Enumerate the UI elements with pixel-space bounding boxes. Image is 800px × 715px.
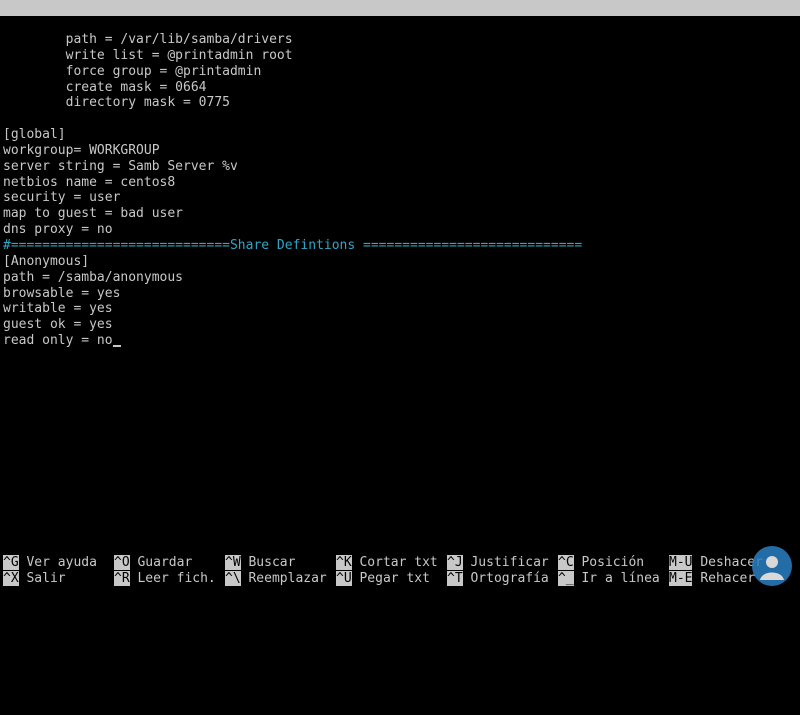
shortcut-label: Ortografía xyxy=(470,571,549,586)
shortcut-redo[interactable]: M-E Rehacer xyxy=(669,571,755,587)
shortcut-key: ^U xyxy=(336,571,352,586)
shortcut-replace[interactable]: ^\ Reemplazar xyxy=(225,571,327,587)
shortcut-key: ^W xyxy=(225,555,241,570)
shortcut-row-1: ^G Ver ayuda ^O Guardar ^W Buscar ^K Cor… xyxy=(3,555,800,571)
shortcut-read-file[interactable]: ^R Leer fich. xyxy=(114,571,216,587)
shortcut-label: Guardar xyxy=(137,555,193,570)
shortcut-label: Rehacer xyxy=(700,571,756,586)
editor-line[interactable]: path = /samba/anonymous xyxy=(3,270,798,286)
shortcut-key: ^T xyxy=(447,571,463,586)
shortcut-key: M-U xyxy=(669,555,693,570)
editor-line[interactable] xyxy=(3,111,798,127)
editor-line[interactable]: server string = Samb Server %v xyxy=(3,159,798,175)
shortcut-label: Posición xyxy=(581,555,645,570)
shortcut-label: Reemplazar xyxy=(248,571,327,586)
shortcut-paste[interactable]: ^U Pegar txt xyxy=(336,571,430,587)
shortcut-key: ^_ xyxy=(558,571,574,586)
shortcut-label: Salir xyxy=(26,571,66,586)
shortcut-key: M-E xyxy=(669,571,693,586)
shortcut-label: Pegar txt xyxy=(359,571,430,586)
shortcut-label: Ir a línea xyxy=(581,571,660,586)
editor-line[interactable]: write list = @printadmin root xyxy=(3,48,798,64)
shortcut-key: ^J xyxy=(447,555,463,570)
shortcut-label: Buscar xyxy=(248,555,296,570)
text-editor-area[interactable]: path = /var/lib/samba/drivers write list… xyxy=(3,32,798,349)
editor-line[interactable]: [global] xyxy=(3,127,798,143)
shortcut-search[interactable]: ^W Buscar xyxy=(225,555,295,571)
shortcut-save[interactable]: ^O Guardar xyxy=(114,555,192,571)
shortcut-go-to-line[interactable]: ^_ Ir a línea xyxy=(558,571,660,587)
editor-line[interactable]: create mask = 0664 xyxy=(3,80,798,96)
shortcut-label: Cortar txt xyxy=(359,555,438,570)
editor-comment-line[interactable]: #============================Share Defin… xyxy=(3,238,798,254)
shortcut-label: Ver ayuda xyxy=(26,555,97,570)
shortcut-exit[interactable]: ^X Salir xyxy=(3,571,66,587)
editor-line[interactable]: netbios name = centos8 xyxy=(3,175,798,191)
editor-line-text[interactable]: read only = no xyxy=(3,333,113,348)
editor-line-current[interactable]: read only = no xyxy=(3,333,798,349)
editor-line[interactable]: [Anonymous] xyxy=(3,254,798,270)
editor-line[interactable]: security = user xyxy=(3,190,798,206)
shortcut-key: ^C xyxy=(558,555,574,570)
shortcut-spelling[interactable]: ^T Ortografía xyxy=(447,571,549,587)
shortcut-key: ^O xyxy=(114,555,130,570)
app-version: GNU nano 2.9.8 xyxy=(18,16,128,31)
shortcut-justify[interactable]: ^J Justificar xyxy=(447,555,549,571)
shortcut-label: Leer fich. xyxy=(137,571,216,586)
editor-line[interactable]: guest ok = yes xyxy=(3,317,798,333)
editor-line[interactable]: map to guest = bad user xyxy=(3,206,798,222)
shortcut-label: Justificar xyxy=(470,555,549,570)
shortcut-key: ^G xyxy=(3,555,19,570)
shortcut-row-2: ^X Salir ^R Leer fich. ^\ Reemplazar ^U … xyxy=(3,571,800,587)
editor-line[interactable]: path = /var/lib/samba/drivers xyxy=(3,32,798,48)
watermark-logo-icon xyxy=(752,546,792,586)
text-cursor xyxy=(112,345,121,348)
shortcut-cut[interactable]: ^K Cortar txt xyxy=(336,555,438,571)
editor-line[interactable]: writable = yes xyxy=(3,301,798,317)
shortcut-key: ^\ xyxy=(225,571,241,586)
editor-line[interactable]: directory mask = 0775 xyxy=(3,95,798,111)
title-bar: GNU nano 2.9.8 /etc/samba/smb.conf Modif… xyxy=(0,0,800,63)
shortcut-undo[interactable]: M-U Deshacer xyxy=(669,555,763,571)
shortcut-bar: ^G Ver ayuda ^O Guardar ^W Buscar ^K Cor… xyxy=(3,555,800,587)
shortcut-key: ^K xyxy=(336,555,352,570)
shortcut-position[interactable]: ^C Posición xyxy=(558,555,644,571)
editor-line[interactable]: browsable = yes xyxy=(3,286,798,302)
shortcut-key: ^R xyxy=(114,571,130,586)
shortcut-help[interactable]: ^G Ver ayuda xyxy=(3,555,97,571)
editor-line[interactable]: workgroup= WORKGROUP xyxy=(3,143,798,159)
editor-line[interactable]: force group = @printadmin xyxy=(3,64,798,80)
shortcut-key: ^X xyxy=(3,571,19,586)
editor-line[interactable]: dns proxy = no xyxy=(3,222,798,238)
